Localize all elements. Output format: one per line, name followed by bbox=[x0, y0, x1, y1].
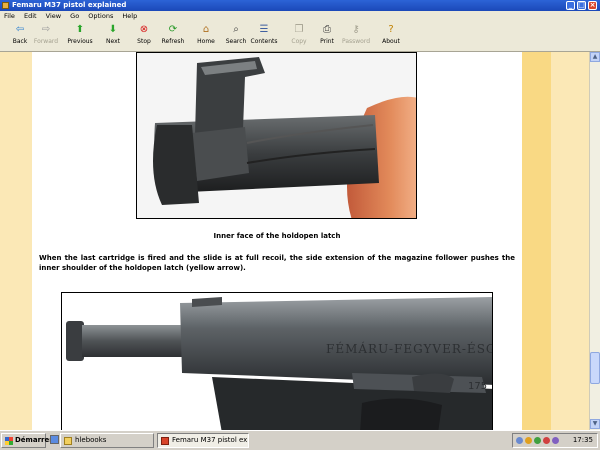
start-button[interactable]: Démarrer bbox=[1, 433, 53, 448]
windows-logo-icon bbox=[5, 437, 13, 445]
toolbar-label: Stop bbox=[137, 38, 151, 45]
up-arrow-icon: ⬆ bbox=[75, 24, 85, 35]
tray-update-icon[interactable] bbox=[543, 437, 550, 444]
toolbar-home-button[interactable]: ⌂ Home bbox=[190, 24, 222, 50]
close-button[interactable]: × bbox=[588, 1, 597, 10]
toolbar-about-button[interactable]: ? About bbox=[375, 24, 407, 50]
help-book-icon bbox=[161, 437, 169, 445]
window-titlebar[interactable]: Femaru M37 pistol explained _ □ × bbox=[0, 0, 600, 11]
back-arrow-icon: ⇦ bbox=[15, 24, 25, 35]
toolbar-label: Previous bbox=[67, 38, 93, 45]
menu-help[interactable]: Help bbox=[122, 11, 137, 22]
menu-view[interactable]: View bbox=[46, 11, 61, 22]
tray-antivirus-icon[interactable] bbox=[534, 437, 541, 444]
toolbar-contents-button[interactable]: ☰ Contents bbox=[248, 24, 280, 50]
app-icon bbox=[2, 2, 9, 9]
about-icon: ? bbox=[388, 24, 394, 35]
contents-icon: ☰ bbox=[259, 24, 269, 35]
clock: 17:35 bbox=[572, 436, 593, 444]
scroll-down-icon[interactable]: ▼ bbox=[590, 419, 600, 429]
taskbar: Démarrer hlebooks Femaru M37 pistol ex..… bbox=[0, 430, 600, 450]
tray-network-icon[interactable] bbox=[516, 437, 523, 444]
toolbar-stop-button[interactable]: ⊗ Stop bbox=[128, 24, 160, 50]
toolbar-previous-button[interactable]: ⬆ Previous bbox=[64, 24, 96, 50]
slide-engraving: FÉMÁRU-FEGYVER-ÉSG bbox=[326, 341, 493, 356]
holdopen-latch-photo bbox=[136, 52, 417, 219]
forward-arrow-icon: ⇨ bbox=[41, 24, 51, 35]
quicklaunch-desktop-icon[interactable] bbox=[50, 435, 59, 444]
toolbar-password-button[interactable]: ⚷ Password bbox=[340, 24, 372, 50]
folder-icon bbox=[64, 437, 72, 445]
right-margin bbox=[551, 52, 589, 430]
right-margin-stripe bbox=[522, 52, 551, 430]
left-margin bbox=[0, 52, 32, 430]
toolbar-label: About bbox=[382, 38, 400, 45]
minimize-button[interactable]: _ bbox=[566, 1, 575, 10]
toolbar-label: Contents bbox=[250, 38, 278, 45]
scroll-thumb[interactable] bbox=[590, 352, 600, 384]
down-arrow-icon: ⬇ bbox=[108, 24, 118, 35]
toolbar: ⇦ Back ⇨ Forward ⬆ Previous ⬇ Next ⊗ Stop ⟳ Refresh… bbox=[0, 22, 600, 52]
page-content: Inner face of the holdopen latch When th… bbox=[32, 52, 522, 430]
toolbar-next-button[interactable]: ⬇ Next bbox=[97, 24, 129, 50]
window-title: Femaru M37 pistol explained bbox=[12, 1, 127, 9]
refresh-icon: ⟳ bbox=[168, 24, 178, 35]
task-label: Femaru M37 pistol ex... bbox=[172, 436, 249, 444]
menu-go[interactable]: Go bbox=[70, 11, 79, 22]
toolbar-refresh-button[interactable]: ⟳ Refresh bbox=[157, 24, 189, 50]
toolbar-label: Forward bbox=[33, 38, 59, 45]
key-icon: ⚷ bbox=[352, 24, 360, 35]
toolbar-label: Password bbox=[341, 38, 371, 45]
system-tray: 17:35 bbox=[512, 433, 598, 448]
task-hlebooks[interactable]: hlebooks bbox=[60, 433, 154, 448]
toolbar-forward-button[interactable]: ⇨ Forward bbox=[30, 24, 62, 50]
copy-icon: ❐ bbox=[294, 24, 304, 35]
menu-edit[interactable]: Edit bbox=[24, 11, 37, 22]
body-paragraph: When the last cartridge is fired and the… bbox=[39, 254, 515, 272]
start-label: Démarrer bbox=[15, 436, 53, 444]
task-femaru[interactable]: Femaru M37 pistol ex... bbox=[157, 433, 249, 448]
photo-caption: Inner face of the holdopen latch bbox=[213, 232, 341, 240]
vertical-scrollbar[interactable]: ▲ ▼ bbox=[589, 52, 600, 430]
home-icon: ⌂ bbox=[202, 24, 210, 35]
maximize-button[interactable]: □ bbox=[577, 1, 586, 10]
toolbar-label: Print bbox=[320, 38, 334, 45]
stop-icon: ⊗ bbox=[139, 24, 149, 35]
menu-bar: File Edit View Go Options Help bbox=[0, 11, 600, 22]
menu-file[interactable]: File bbox=[4, 11, 15, 22]
document-viewport[interactable]: Inner face of the holdopen latch When th… bbox=[0, 52, 589, 430]
menu-options[interactable]: Options bbox=[88, 11, 113, 22]
toolbar-label: Refresh bbox=[161, 38, 185, 45]
print-icon: ⎙ bbox=[323, 24, 331, 35]
serial-number: 175 bbox=[468, 381, 487, 392]
toolbar-label: Next bbox=[106, 38, 120, 45]
tray-volume-icon[interactable] bbox=[525, 437, 532, 444]
pistol-slide-photo: FÉMÁRU-FEGYVER-ÉSG 175 bbox=[61, 292, 493, 430]
task-label: hlebooks bbox=[75, 436, 107, 444]
tray-app-icon[interactable] bbox=[552, 437, 559, 444]
scroll-up-icon[interactable]: ▲ bbox=[590, 52, 600, 62]
toolbar-label: Home bbox=[197, 38, 215, 45]
search-icon: ⌕ bbox=[233, 24, 239, 35]
toolbar-print-button[interactable]: ⎙ Print bbox=[311, 24, 343, 50]
